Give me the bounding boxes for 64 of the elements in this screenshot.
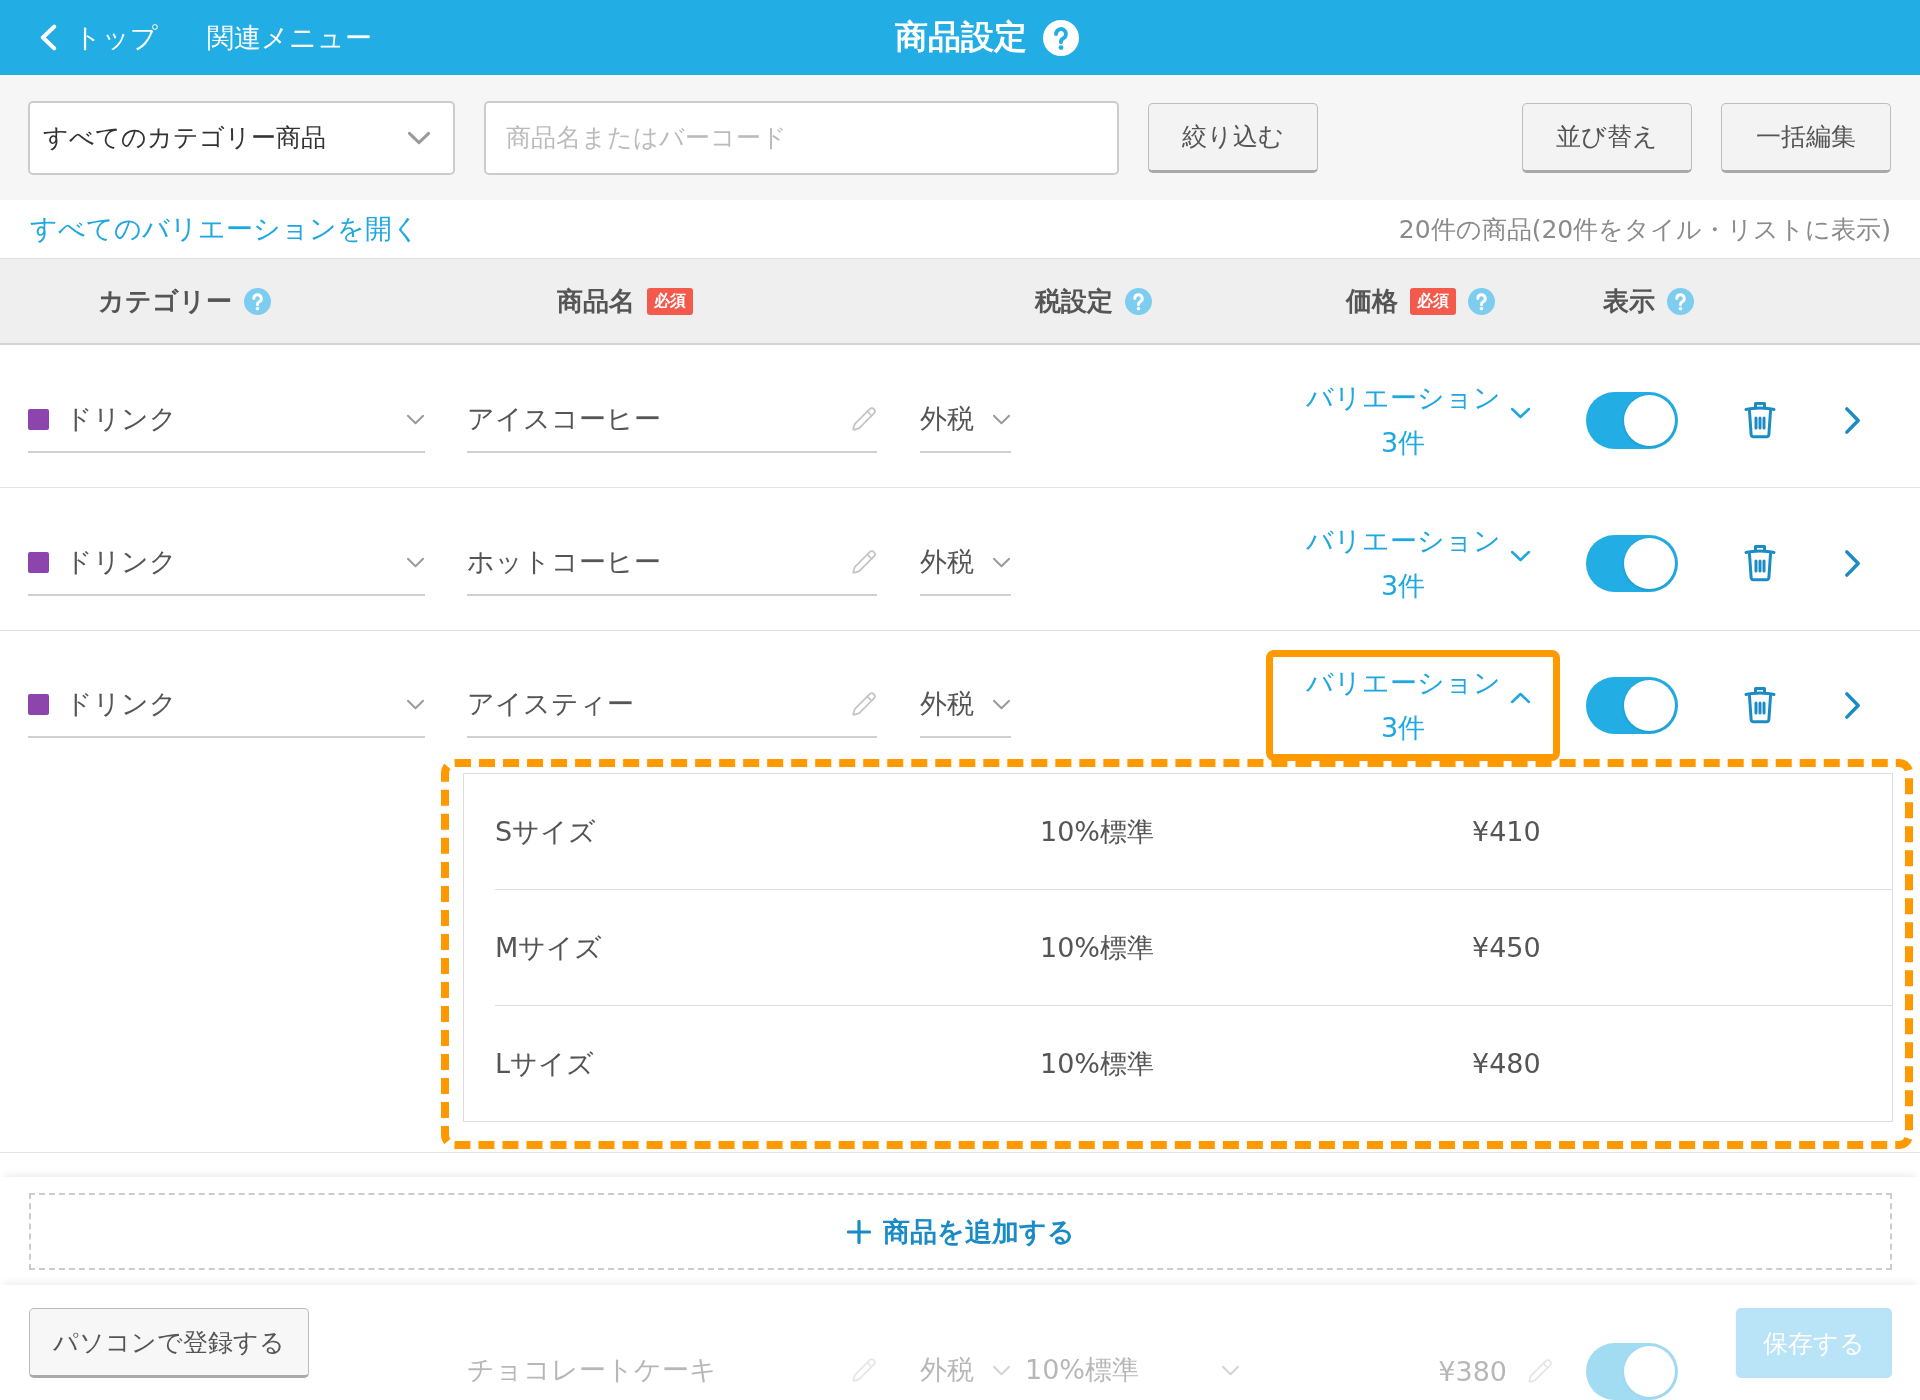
category-select[interactable]: ドリンク: [28, 387, 425, 453]
page-title: 商品設定: [895, 16, 1027, 58]
column-header: 税設定: [1035, 284, 1113, 318]
help-icon[interactable]: [244, 287, 271, 315]
chevron-right-icon[interactable]: [1844, 405, 1861, 435]
pencil-icon[interactable]: [851, 406, 877, 432]
category-select[interactable]: ドリンク: [28, 530, 425, 596]
filter-button[interactable]: 絞り込む: [1148, 102, 1318, 173]
visibility-toggle[interactable]: [1586, 534, 1678, 592]
chevron-down-icon: [407, 130, 431, 145]
product-name-field[interactable]: ホットコーヒー: [467, 530, 877, 596]
variation-name: Sサイズ: [495, 814, 598, 849]
tax-select[interactable]: 外税: [920, 387, 1011, 453]
pencil-icon[interactable]: [851, 549, 877, 575]
visibility-toggle[interactable]: [1586, 391, 1678, 449]
tax-select[interactable]: 外税: [920, 530, 1011, 596]
category-select[interactable]: ドリンク: [28, 672, 425, 738]
column-header: カテゴリー: [98, 284, 232, 318]
register-on-pc-button[interactable]: パソコンで登録する: [29, 1308, 309, 1378]
product-name-field[interactable]: アイスティー: [467, 672, 877, 738]
chevron-down-icon: [992, 556, 1011, 568]
variation-name: Lサイズ: [495, 1046, 596, 1081]
toolbar-button[interactable]: 一括編集: [1721, 102, 1891, 173]
trash-icon[interactable]: [1744, 686, 1776, 724]
required-badge: 必須: [647, 287, 693, 315]
chevron-down-icon: [406, 556, 425, 568]
help-icon[interactable]: [1667, 287, 1694, 315]
chevron-down-icon: [992, 413, 1011, 425]
help-icon[interactable]: [1468, 287, 1495, 315]
plus-icon: [846, 1219, 871, 1244]
chevron-right-icon[interactable]: [1844, 690, 1861, 720]
tax-select[interactable]: 外税: [920, 672, 1011, 738]
add-product-button[interactable]: 商品を追加する: [29, 1193, 1892, 1270]
chevron-down-icon: [406, 413, 425, 425]
required-badge: 必須: [1410, 287, 1456, 315]
chevron-left-icon: [40, 24, 57, 51]
trash-icon[interactable]: [1744, 401, 1776, 439]
price-text: ¥380: [1438, 1355, 1507, 1387]
chevron-down-icon: [1221, 1364, 1240, 1376]
search-field[interactable]: 商品名またはバーコード: [484, 100, 1119, 175]
variation-tax-rate: 10%標準: [1040, 814, 1155, 849]
variation-tax-rate: 10%標準: [1040, 1046, 1155, 1081]
visibility-toggle[interactable]: [1586, 1342, 1678, 1400]
visibility-toggle[interactable]: [1586, 676, 1678, 734]
variation-name: Mサイズ: [495, 930, 604, 965]
chevron-down-icon: [992, 1364, 1011, 1376]
help-icon[interactable]: [1043, 19, 1079, 56]
variation-price: ¥450: [1472, 932, 1541, 963]
chevron-down-icon: [992, 698, 1011, 710]
variation-price: ¥410: [1472, 816, 1541, 847]
column-header: 商品名: [557, 284, 635, 318]
product-name-field[interactable]: アイスコーヒー: [467, 387, 877, 453]
chevron-right-icon[interactable]: [1844, 548, 1861, 578]
variation-tax-rate: 10%標準: [1040, 930, 1155, 965]
column-header: 表示: [1603, 284, 1655, 318]
toolbar-button[interactable]: 並び替え: [1522, 102, 1692, 173]
variation-price: ¥480: [1472, 1048, 1541, 1079]
product-count-text: 20件の商品(20件をタイル・リストに表示): [1398, 213, 1891, 246]
category-filter-select[interactable]: すべてのカテゴリー商品: [28, 100, 455, 175]
column-header: 価格: [1346, 284, 1398, 318]
pencil-icon[interactable]: [851, 691, 877, 717]
chevron-down-icon: [406, 698, 425, 710]
trash-icon[interactable]: [1744, 544, 1776, 582]
help-icon[interactable]: [1125, 287, 1152, 315]
